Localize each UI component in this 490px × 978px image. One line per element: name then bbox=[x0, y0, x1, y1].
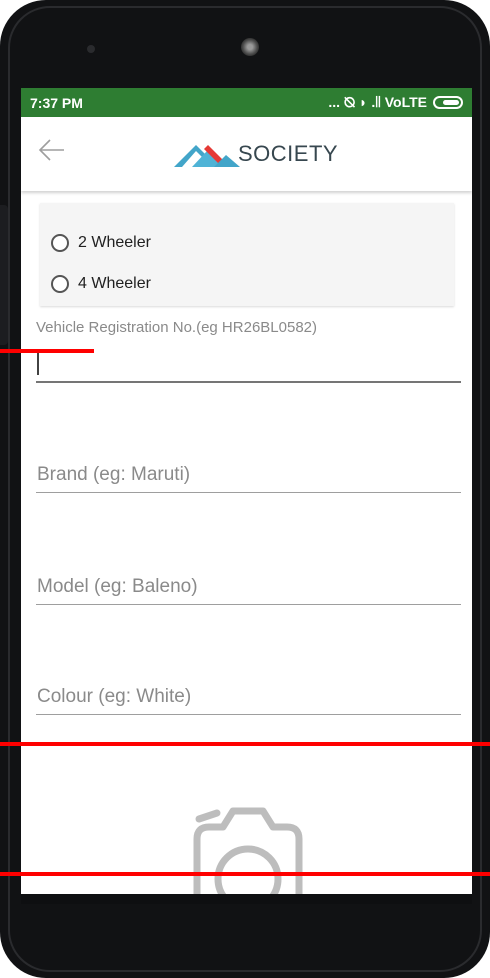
radio-label: 4 Wheeler bbox=[78, 275, 151, 292]
radio-circle[interactable] bbox=[51, 275, 69, 293]
app-logo: SOCIETY bbox=[174, 137, 338, 171]
mountain-logo-icon bbox=[174, 145, 240, 167]
battery-icon bbox=[433, 96, 463, 109]
radio-label: 2 Wheeler bbox=[78, 234, 151, 251]
camera-icon[interactable] bbox=[189, 799, 307, 894]
status-indicators-group: ... ⦰ ◗ .∣∣ VoLTE bbox=[328, 94, 463, 111]
status-time: 7:37 PM bbox=[30, 94, 83, 111]
annotation-line bbox=[0, 349, 94, 353]
brand-input[interactable]: Brand (eg: Maruti) bbox=[36, 451, 461, 493]
side-button bbox=[0, 205, 8, 345]
vehicle-type-card: 2 Wheeler 4 Wheeler bbox=[40, 203, 454, 306]
radio-circle[interactable] bbox=[51, 234, 69, 252]
model-placeholder: Model (eg: Baleno) bbox=[37, 576, 198, 597]
logo-text: SOCIETY bbox=[238, 141, 339, 166]
registration-input[interactable] bbox=[36, 341, 461, 383]
colour-input[interactable]: Colour (eg: White) bbox=[36, 673, 461, 715]
status-indicators: ... ⦰ ◗ .∣∣ VoLTE bbox=[328, 94, 427, 110]
front-camera bbox=[241, 38, 259, 56]
arrow-left-icon[interactable] bbox=[37, 135, 67, 165]
model-input[interactable]: Model (eg: Baleno) bbox=[36, 563, 461, 605]
status-bar: 7:37 PM ... ⦰ ◗ .∣∣ VoLTE bbox=[21, 88, 472, 117]
phone-frame: 7:37 PM ... ⦰ ◗ .∣∣ VoLTE SOCIETY 2 Whee… bbox=[0, 0, 490, 978]
registration-label: Vehicle Registration No.(eg HR26BL0582) bbox=[36, 319, 317, 336]
colour-placeholder: Colour (eg: White) bbox=[37, 686, 192, 707]
navigation-bar bbox=[21, 894, 472, 904]
annotation-line bbox=[0, 742, 490, 746]
radio-2-wheeler[interactable]: 2 Wheeler bbox=[51, 234, 151, 252]
brand-placeholder: Brand (eg: Maruti) bbox=[37, 464, 191, 485]
text-cursor bbox=[37, 353, 39, 375]
proximity-sensor bbox=[87, 45, 95, 53]
annotation-line bbox=[0, 872, 490, 876]
vehicle-form: 2 Wheeler 4 Wheeler Vehicle Registration… bbox=[21, 191, 472, 894]
app-toolbar: SOCIETY bbox=[21, 117, 472, 191]
radio-4-wheeler[interactable]: 4 Wheeler bbox=[51, 275, 151, 293]
screen: 7:37 PM ... ⦰ ◗ .∣∣ VoLTE SOCIETY 2 Whee… bbox=[21, 88, 472, 894]
